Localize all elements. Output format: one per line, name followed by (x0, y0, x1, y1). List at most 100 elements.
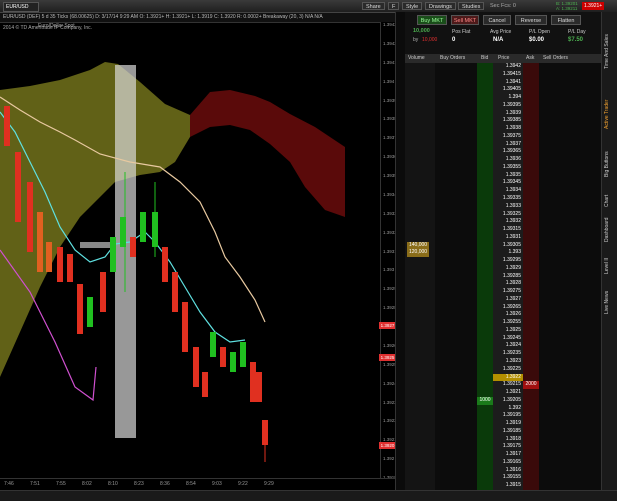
ladder-price[interactable]: 1.39155 (493, 474, 523, 482)
sell-orders-column[interactable] (539, 63, 601, 490)
ladder-price[interactable]: 1.39305 (493, 242, 523, 250)
side-tab-level-ii[interactable]: Level II (604, 252, 616, 280)
side-tabs: Time And Sales Active Trader Big Buttons Ch… (601, 12, 617, 490)
ladder-price[interactable]: 1.39195 (493, 412, 523, 420)
ladder-price[interactable]: 1.39375 (493, 133, 523, 141)
cancel-button[interactable]: Cancel (483, 15, 511, 25)
ladder-price[interactable]: 1.3942 (493, 63, 523, 71)
flatten-button[interactable]: Flatten (551, 15, 581, 25)
ladder-price[interactable]: 1.3919 (493, 420, 523, 428)
ladder-price[interactable]: 1.3934 (493, 187, 523, 195)
order-quantity[interactable]: 10,000 (413, 28, 430, 34)
ladder-price[interactable]: 1.39295 (493, 257, 523, 265)
candle (4, 106, 10, 146)
pl-day-label: P/L Day (568, 29, 586, 35)
ladder-price[interactable]: 1.3933 (493, 203, 523, 211)
ladder-price[interactable]: 1.39315 (493, 226, 523, 234)
ladder-price[interactable]: 1.39225 (493, 366, 523, 374)
buy-orders-column[interactable] (435, 63, 477, 490)
price-chart[interactable]: Euro/Dollar Spot 2014 © TD Ameritrade IP… (0, 22, 380, 485)
candle (46, 242, 52, 272)
ladder-price[interactable]: 1.39215 (493, 381, 523, 389)
last-price-badge: 1.3921+ (582, 2, 605, 10)
header-price: Price (498, 55, 510, 61)
ladder-price[interactable]: 1.39265 (493, 304, 523, 312)
ladder-price[interactable]: 1.394 (493, 94, 523, 102)
ladder-price[interactable]: 1.39205 (493, 397, 523, 405)
ladder-price[interactable]: 1.39285 (493, 273, 523, 281)
ladder-price[interactable]: 1.3935 (493, 172, 523, 180)
ladder-price[interactable]: 1.3925 (493, 327, 523, 335)
ladder-price[interactable]: 1.39245 (493, 335, 523, 343)
ladder-price[interactable]: 1.3924 (493, 342, 523, 350)
pos-value: 0 (452, 37, 456, 43)
ladder-price[interactable]: 1.39415 (493, 71, 523, 79)
ladder-price[interactable]: 1.3928 (493, 280, 523, 288)
side-tab-dashboard[interactable]: Dashboard (604, 212, 616, 247)
ladder-price[interactable]: 1.39275 (493, 288, 523, 296)
ladder-price[interactable]: 1.3927 (493, 296, 523, 304)
ladder-price[interactable]: 1.3936 (493, 156, 523, 164)
side-tab-live-news[interactable]: Live News (604, 282, 616, 322)
ladder-price[interactable]: 1.3941 (493, 79, 523, 87)
ladder-price[interactable]: 1.39165 (493, 459, 523, 467)
style-button[interactable]: Style (402, 2, 423, 10)
ladder-price[interactable]: 1.39175 (493, 443, 523, 451)
ladder-price[interactable]: 1.39335 (493, 195, 523, 203)
bid-column (477, 63, 493, 490)
ladder-price[interactable]: 1.39405 (493, 86, 523, 94)
ladder-price[interactable]: 1.39325 (493, 211, 523, 219)
side-tab-time-and-sales[interactable]: Time And Sales (604, 17, 616, 87)
time-tick: 9:03 (212, 481, 222, 487)
studies-button[interactable]: Studies (458, 2, 485, 10)
ladder-price[interactable]: 1.392 (493, 405, 523, 413)
ladder-price[interactable]: 1.3938 (493, 125, 523, 133)
ladder-price[interactable]: 1.3916 (493, 467, 523, 475)
ladder-price[interactable]: 1.3939 (493, 110, 523, 118)
volume-cell: 120,000 (407, 249, 429, 258)
active-trader-panel: Buy MKT Sell MKT Cancel Reverse Flatten … (405, 12, 601, 490)
side-tab-big-buttons[interactable]: Big Buttons (604, 142, 616, 187)
f-badge[interactable]: F (388, 2, 400, 10)
ladder-price[interactable]: 1.3929 (493, 265, 523, 273)
ladder-price[interactable]: 1.3921 (493, 389, 523, 397)
side-tab-chart[interactable]: Chart (604, 192, 616, 210)
ladder-price[interactable]: 1.39255 (493, 319, 523, 327)
reverse-button[interactable]: Reverse (515, 15, 547, 25)
ladder-price[interactable]: 1.3923 (493, 358, 523, 366)
ladder-price[interactable]: 1.39235 (493, 350, 523, 358)
bottom-status-bar (0, 490, 617, 501)
ladder-price[interactable]: 1.39365 (493, 148, 523, 156)
ladder-price[interactable]: 1.3918 (493, 436, 523, 444)
candle (77, 284, 83, 334)
pl-open-label: P/L Open (529, 29, 550, 35)
ladder-price[interactable]: 1.3917 (493, 451, 523, 459)
quantity-sub[interactable]: 10,000 (422, 37, 437, 43)
price-ladder[interactable]: 1.3942 1.39415 1.3941 1.39405 1.394 1.39395 1.… (405, 63, 601, 490)
ladder-price[interactable]: 1.39395 (493, 102, 523, 110)
ladder-price[interactable]: 1.3922 (493, 373, 523, 382)
ladder-price[interactable]: 1.3926 (493, 311, 523, 319)
ladder-price[interactable]: 1.39345 (493, 179, 523, 187)
header-buy-orders: Buy Orders (440, 55, 466, 61)
time-tick: 9:29 (264, 481, 274, 487)
sell-mkt-button[interactable]: Sell MKT (451, 15, 479, 25)
buy-mkt-button[interactable]: Buy MKT (417, 15, 447, 25)
ladder-price[interactable]: 1.393 (493, 249, 523, 257)
time-tick: 8:02 (82, 481, 92, 487)
ladder-price[interactable]: 1.39185 (493, 428, 523, 436)
ask-size: 2000 (523, 381, 539, 390)
ladder-price[interactable]: 1.39355 (493, 164, 523, 172)
ladder-price[interactable]: 1.3915 (493, 482, 523, 490)
ladder-price[interactable]: 1.3931 (493, 234, 523, 242)
ladder-price[interactable]: 1.39385 (493, 117, 523, 125)
candle (130, 237, 136, 257)
price-axis[interactable]: 1.3943 1.3942 1.3941 1.394 1.3939 1.3938 1.393… (379, 22, 397, 485)
ladder-price[interactable]: 1.3932 (493, 218, 523, 226)
share-button[interactable]: Share (362, 2, 385, 10)
symbol-selector[interactable]: EUR/USD (3, 2, 39, 12)
sec-focus-label: Sec Fcs: 0 (490, 3, 516, 9)
side-tab-active-trader[interactable]: Active Trader (604, 92, 616, 137)
drawings-button[interactable]: Drawings (425, 2, 456, 10)
ladder-price[interactable]: 1.3937 (493, 141, 523, 149)
